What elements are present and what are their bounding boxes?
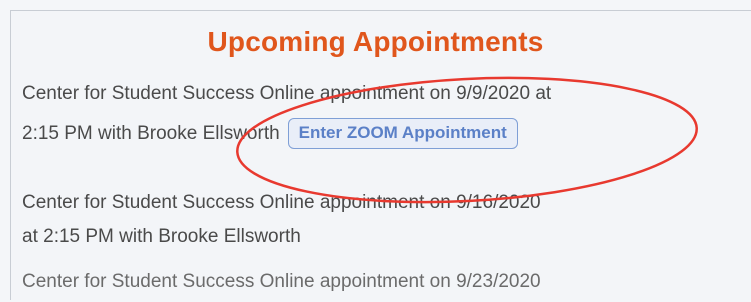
appointment-item: Center for Student Success Online appoin… [22, 74, 551, 154]
appointment-item: Center for Student Success Online appoin… [22, 186, 541, 254]
appointment-text-line-2-wrap: 2:15 PM with Brooke Ellsworth Enter ZOOM … [22, 114, 551, 154]
appointment-text-line-2: at 2:15 PM with Brooke Ellsworth [22, 226, 301, 247]
appointment-text-line-1: Center for Student Success Online appoin… [22, 192, 541, 213]
enter-zoom-appointment-button[interactable]: Enter ZOOM Appointment [287, 118, 518, 150]
page-title: Upcoming Appointments [207, 26, 544, 57]
appointment-item: Center for Student Success Online appoin… [22, 262, 541, 302]
appointment-text-line-1: Center for Student Success Online appoin… [22, 83, 552, 104]
appointment-text-line-2: 2:15 PM with Brooke Ellsworth [22, 123, 280, 144]
appointment-text-line-1: Center for Student Success Online appoin… [22, 271, 541, 292]
